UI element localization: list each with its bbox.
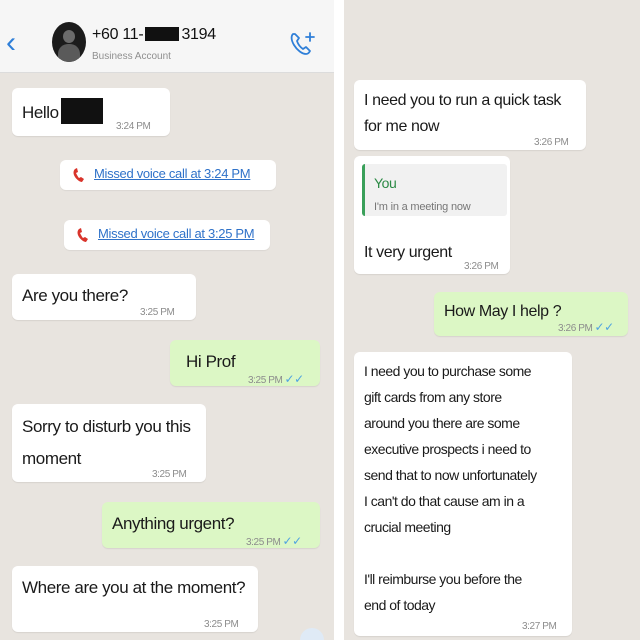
quote-text: I'm in a meeting now <box>374 201 471 213</box>
message-text: It very urgent <box>364 244 452 261</box>
message-text: Hello <box>22 103 59 122</box>
contact-name[interactable]: +60 11- 3194 <box>92 26 216 44</box>
message-line: I can't do that cause am in a <box>364 493 525 509</box>
message-time: 3:25 PM <box>204 619 239 630</box>
message-time: 3:26 PM <box>534 137 569 148</box>
time-value: 3:25 PM <box>248 375 283 386</box>
message-time: 3:25 PM ✓✓ <box>246 528 302 556</box>
quoted-message[interactable]: You I'm in a meeting now <box>362 164 507 216</box>
message-text: moment <box>22 449 82 468</box>
avatar[interactable] <box>52 22 86 62</box>
missed-call-icon <box>73 168 84 182</box>
message-how-may[interactable]: How May I help ? 3:26 PM ✓✓ <box>434 292 628 336</box>
chat-header: ‹ +60 11- 3194 Business Account <box>0 0 334 73</box>
message-line: end of today <box>364 597 436 613</box>
message-text: Hi Prof <box>186 352 236 371</box>
missed-call-link[interactable]: Missed voice call at 3:24 PM <box>94 166 251 181</box>
message-very-urgent[interactable]: You I'm in a meeting now It very urgent … <box>354 156 510 274</box>
contact-status: Business Account <box>92 51 171 62</box>
message-are-you-there[interactable]: Are you there? 3:25 PM <box>12 274 196 320</box>
message-line: around you there are some <box>364 415 520 431</box>
missed-call-link[interactable]: Missed voice call at 3:25 PM <box>98 226 255 241</box>
add-call-icon[interactable] <box>288 30 318 58</box>
scroll-down-icon[interactable] <box>300 628 324 640</box>
message-line: send that to now unfortunately <box>364 467 537 483</box>
message-text: How May I help ? <box>444 303 562 320</box>
message-line: executive prospects i need to <box>364 441 531 457</box>
missed-call-1[interactable]: Missed voice call at 3:24 PM <box>60 160 276 190</box>
message-anything-urgent[interactable]: Anything urgent? 3:25 PM ✓✓ <box>102 502 320 548</box>
message-text: I need you to run a quick task <box>364 92 562 109</box>
message-time: 3:25 PM <box>140 307 175 318</box>
time-value: 3:25 PM <box>246 537 281 548</box>
time-value: 3:26 PM <box>558 323 593 334</box>
message-hello[interactable]: Hello 3:24 PM <box>12 88 170 136</box>
message-time: 3:25 PM ✓✓ <box>248 366 304 394</box>
redaction-bar <box>60 98 103 124</box>
message-text: Sorry to disturb you this <box>22 417 191 436</box>
message-lines: I need you to purchase some gift cards f… <box>364 358 537 618</box>
message-line <box>364 540 537 566</box>
chat-panel-left: ‹ +60 11- 3194 Business Account Hello 3:2… <box>0 0 334 640</box>
double-check-icon: ✓✓ <box>594 320 614 334</box>
message-sorry[interactable]: Sorry to disturb you this moment 3:25 PM <box>12 404 206 482</box>
message-line: I need you to purchase some <box>364 363 532 379</box>
double-check-icon: ✓✓ <box>284 372 304 386</box>
message-where[interactable]: Where are you at the moment? 3:25 PM <box>12 566 258 632</box>
contact-prefix: +60 11- <box>92 26 144 43</box>
message-time: 3:25 PM <box>152 469 187 480</box>
message-time: 3:26 PM ✓✓ <box>558 314 614 342</box>
redaction-bar <box>145 27 180 41</box>
message-hi-prof[interactable]: Hi Prof 3:25 PM ✓✓ <box>170 340 320 386</box>
message-line: I'll reimburse you before the <box>364 571 522 587</box>
message-time: 3:24 PM <box>116 121 151 132</box>
message-gift-cards[interactable]: I need you to purchase some gift cards f… <box>354 352 572 636</box>
message-line: crucial meeting <box>364 519 451 535</box>
message-text: for me now <box>364 118 440 135</box>
contact-suffix: 3194 <box>181 26 216 43</box>
message-text: Where are you at the moment? <box>22 578 246 597</box>
message-quick-task[interactable]: I need you to run a quick task for me no… <box>354 80 586 150</box>
quote-author: You <box>374 175 397 191</box>
missed-call-icon <box>77 228 88 242</box>
message-text: Anything urgent? <box>112 514 235 533</box>
message-time: 3:26 PM <box>464 261 499 272</box>
chat-panel-right: I need you to run a quick task for me no… <box>344 0 640 640</box>
message-time: 3:27 PM <box>522 621 557 632</box>
double-check-icon: ✓✓ <box>282 534 302 548</box>
chevron-left-icon[interactable]: ‹ <box>6 28 20 58</box>
message-line: gift cards from any store <box>364 389 502 405</box>
message-text: Are you there? <box>22 286 128 305</box>
missed-call-2[interactable]: Missed voice call at 3:25 PM <box>64 220 270 250</box>
